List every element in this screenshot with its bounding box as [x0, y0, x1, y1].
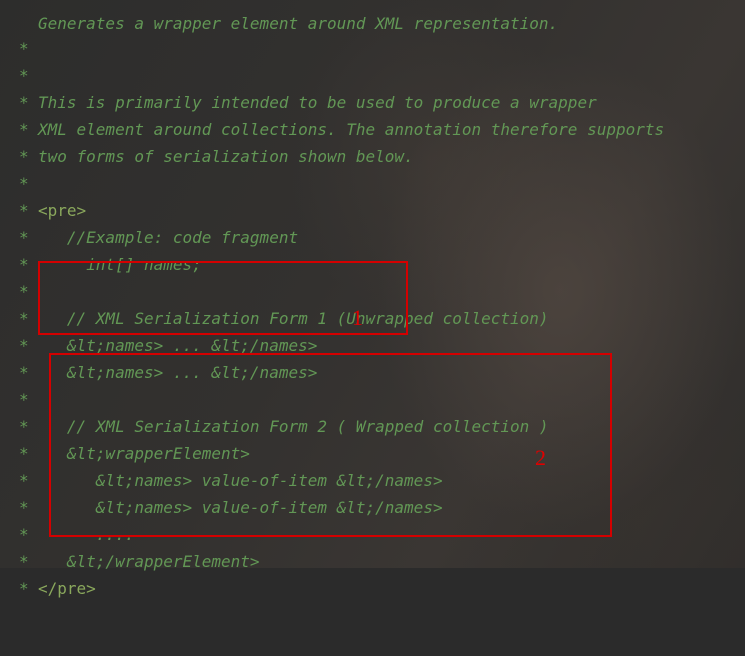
code-line: * &lt;names> value-of-item &lt;/names> [0, 440, 443, 517]
code-line: * &lt;/wrapperElement> [0, 494, 260, 571]
code-line: * </pre> [0, 521, 96, 598]
code-text: &lt;/wrapperElement> [38, 552, 260, 571]
code-text: Generates a wrapper element around XML r… [38, 14, 559, 33]
code-text: two forms of serialization shown below. [38, 147, 414, 166]
code-line: * // XML Serialization Form 2 ( Wrapped … [0, 359, 549, 436]
annotation-label-1: 1 [352, 305, 363, 330]
annotation-label-2: 2 [535, 445, 546, 470]
html-tag-pre-open: <pre> [38, 201, 87, 220]
code-line: * XML element around collections. The an… [0, 62, 664, 139]
code-text: This is primarily intended to be used to… [38, 93, 597, 112]
code-line: * two forms of serialization shown below… [0, 89, 414, 166]
code-line: * // XML Serialization Form 1 (Unwrapped… [0, 251, 549, 328]
code-line: * int[] names; [0, 197, 202, 274]
code-line: * &lt;wrapperElement> [0, 386, 250, 463]
code-line: * [0, 548, 39, 598]
html-tag-pre-close: </pre> [38, 579, 96, 598]
code-line: * &lt;names> ... &lt;/names> [0, 305, 317, 382]
code-line: * [0, 8, 39, 58]
annotation-box-2 [49, 353, 612, 537]
code-line: * .... [0, 467, 134, 544]
code-line: * This is primarily intended to be used … [0, 35, 597, 112]
code-line: * [0, 332, 39, 382]
code-line: * [0, 116, 39, 166]
code-line: * <pre> [0, 143, 86, 220]
code-text: XML element around collections. The anno… [38, 120, 665, 139]
code-line: * //Example: code fragment [0, 170, 298, 247]
code-text: //Example: code fragment [38, 228, 299, 247]
code-line: * &lt;names> value-of-item &lt;/names> [0, 413, 443, 490]
code-line: * [0, 224, 39, 274]
code-line: * &lt;names> ... &lt;/names> [0, 278, 317, 355]
comment-star: * [19, 579, 29, 598]
